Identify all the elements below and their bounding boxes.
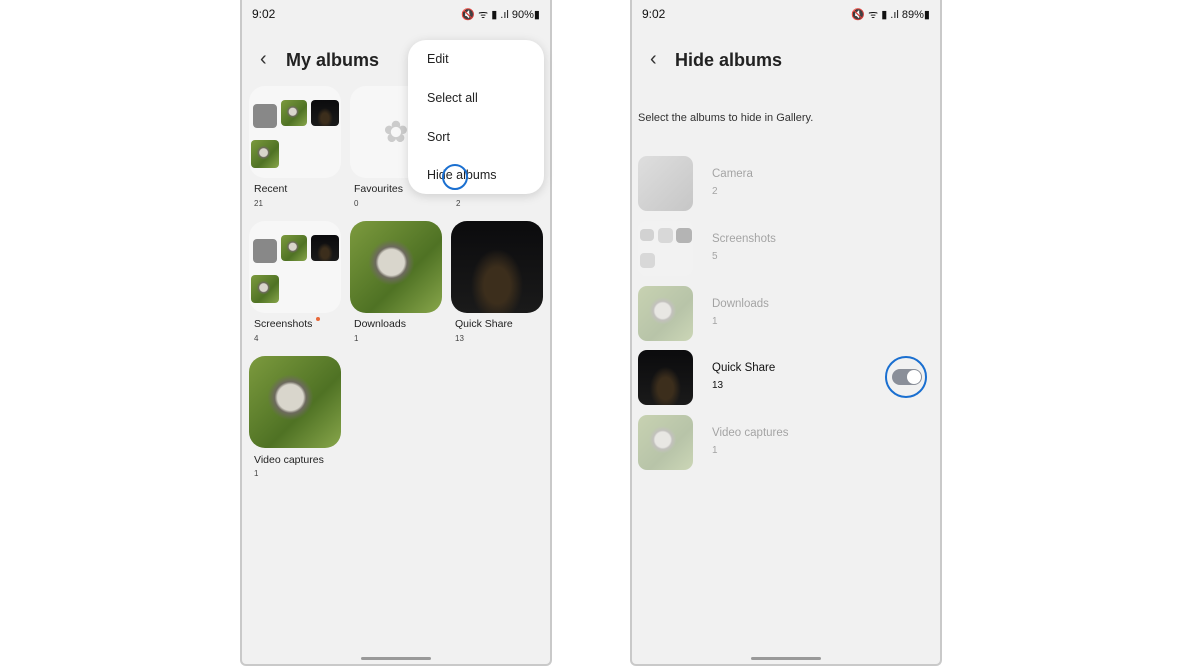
menu-edit[interactable]: Edit (427, 52, 449, 66)
album-name[interactable]: Screenshots (712, 233, 776, 245)
home-indicator (751, 657, 821, 660)
album-count: 21 (254, 199, 263, 208)
album-name[interactable]: Video captures (254, 454, 324, 466)
back-icon[interactable]: ‹ (650, 48, 657, 71)
tap-indicator (885, 356, 927, 398)
album-name[interactable]: Camera (712, 168, 753, 180)
album-count: 13 (455, 334, 464, 343)
overflow-menu: Edit Select all Sort Hide albums (408, 40, 544, 194)
menu-select-all[interactable]: Select all (427, 91, 478, 105)
album-count: 2 (456, 199, 461, 208)
album-count: 2 (712, 186, 718, 197)
status-icons: 🔇 ᯤ ▮ .ıl 89%▮ (851, 9, 930, 21)
new-badge (316, 317, 320, 321)
status-time: 9:02 (252, 7, 276, 21)
album-thumb[interactable] (638, 156, 693, 211)
album-downloads-thumb[interactable] (350, 221, 442, 313)
album-count: 4 (254, 334, 259, 343)
status-icons: 🔇 ᯤ ▮ .ıl 90%▮ (461, 9, 540, 21)
album-count: 5 (712, 251, 718, 262)
album-count: 1 (354, 334, 359, 343)
phone-my-albums: 9:02 🔇 ᯤ ▮ .ıl 90%▮ ‹ My albums ✿ Recent… (240, 0, 552, 666)
album-name[interactable]: Recent (254, 183, 287, 195)
album-name[interactable]: Video captures (712, 427, 789, 439)
tap-indicator (442, 164, 468, 190)
album-name[interactable]: Screenshots (254, 318, 312, 330)
album-thumb[interactable] (638, 221, 693, 276)
album-name[interactable]: Favourites (354, 183, 403, 195)
page-title: My albums (286, 50, 380, 70)
album-count: 1 (712, 316, 718, 327)
back-icon[interactable]: ‹ (260, 48, 267, 71)
album-name[interactable]: Quick Share (712, 362, 775, 374)
album-quick-share-thumb[interactable] (451, 221, 543, 313)
album-video-captures-thumb[interactable] (249, 356, 341, 448)
album-count: 13 (712, 380, 724, 391)
album-screenshots-thumb[interactable] (249, 221, 341, 313)
album-name[interactable]: Downloads (712, 298, 769, 310)
album-recent-thumb[interactable] (249, 86, 341, 178)
album-thumb[interactable] (638, 286, 693, 341)
phone-hide-albums: 9:02 🔇 ᯤ ▮ .ıl 89%▮ ‹ Hide albums Select… (630, 0, 942, 666)
page-title: Hide albums (675, 50, 783, 70)
album-count: 1 (254, 469, 259, 478)
album-thumb[interactable] (638, 350, 693, 405)
flower-icon: ✿ (383, 115, 409, 149)
album-name[interactable]: Quick Share (455, 318, 513, 330)
album-count: 0 (354, 199, 359, 208)
menu-sort[interactable]: Sort (427, 130, 450, 144)
status-time: 9:02 (642, 7, 666, 21)
album-name[interactable]: Downloads (354, 318, 406, 330)
description: Select the albums to hide in Gallery. (638, 112, 814, 124)
album-thumb[interactable] (638, 415, 693, 470)
home-indicator (361, 657, 431, 660)
album-count: 1 (712, 445, 718, 456)
